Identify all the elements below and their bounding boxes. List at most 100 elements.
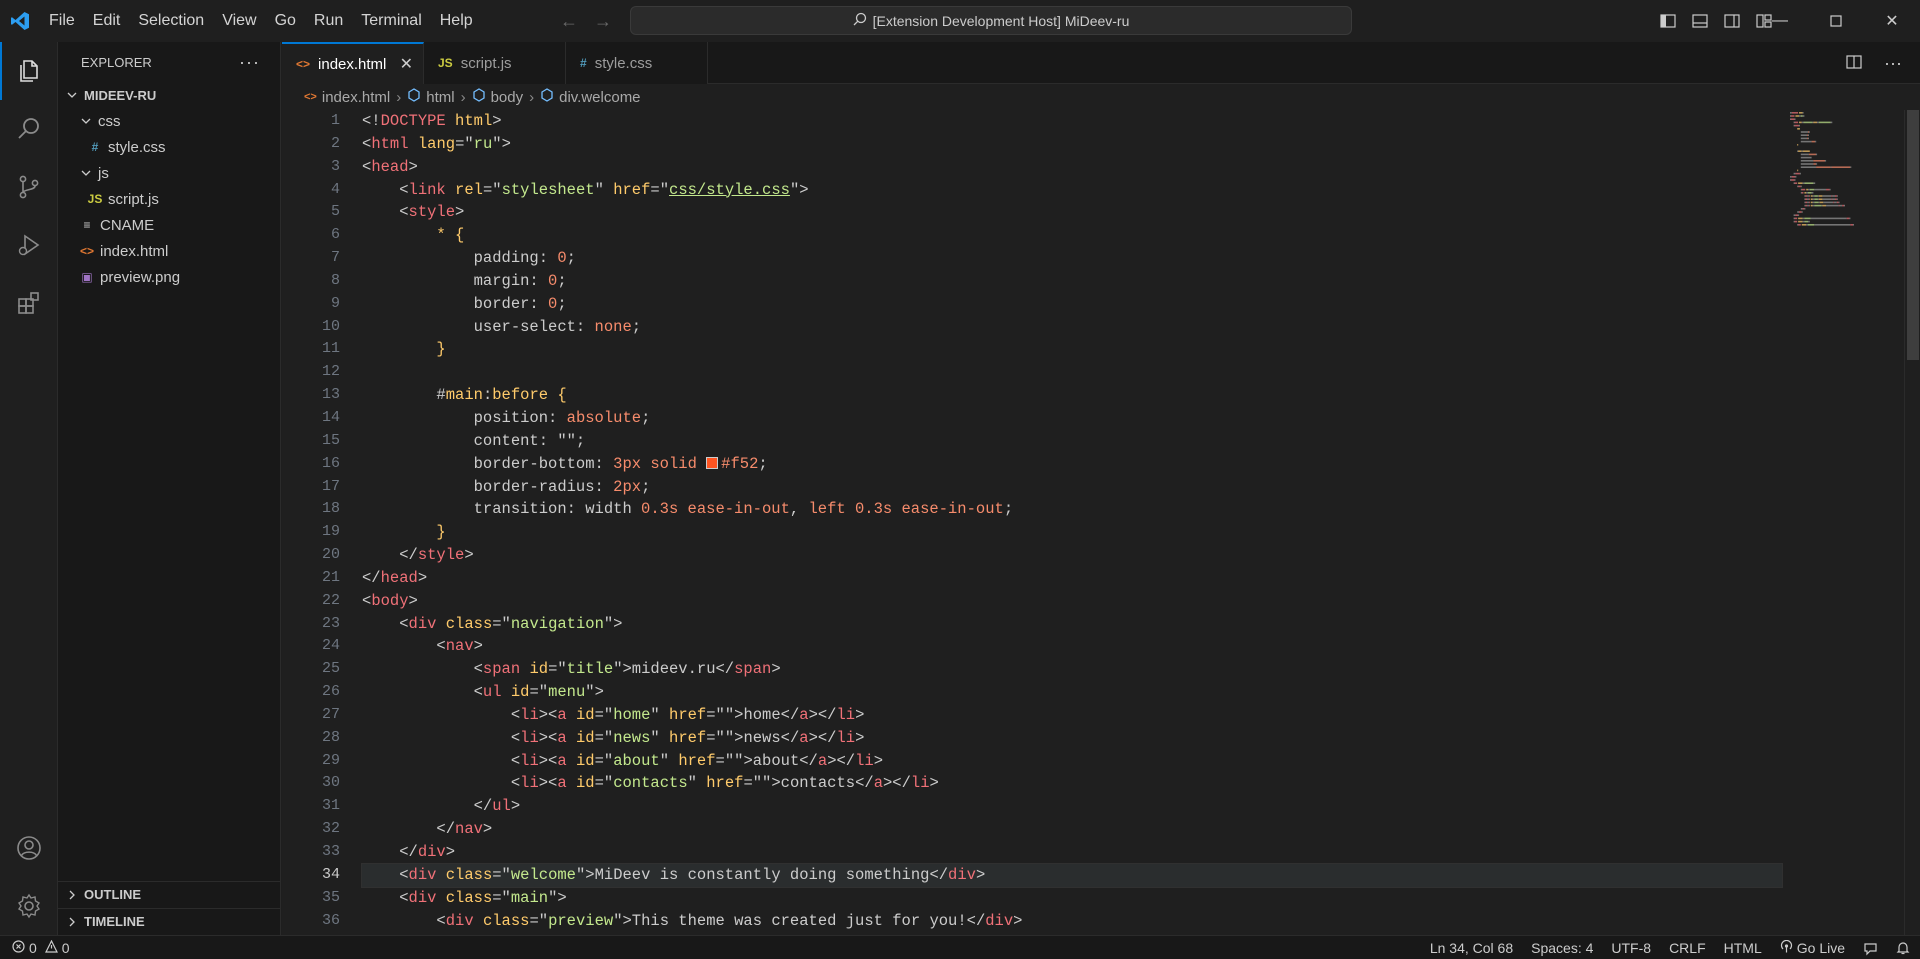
code-line[interactable]: </nav> <box>362 818 1782 841</box>
breadcrumb-body[interactable]: body <box>472 88 523 106</box>
code-line[interactable]: <div class="main"> <box>362 887 1782 910</box>
close-window-icon[interactable]: ✕ <box>1864 0 1920 42</box>
end-of-line[interactable]: CRLF <box>1669 940 1706 956</box>
code-line[interactable]: <head> <box>362 156 1782 179</box>
minimize-icon[interactable]: — <box>1752 0 1808 42</box>
code-line[interactable]: border-radius: 2px; <box>362 476 1782 499</box>
menu-go[interactable]: Go <box>266 0 305 42</box>
code-line[interactable]: } <box>362 521 1782 544</box>
code-line[interactable]: border-bottom: 3px solid #f52; <box>362 453 1782 476</box>
accounts-icon[interactable] <box>0 819 58 877</box>
code-line[interactable] <box>362 361 1782 384</box>
back-arrow-icon[interactable]: ← <box>560 11 578 32</box>
code-editor[interactable]: 1 2 3 4 5 6 7 8 9 10 11 12 13 14 15 16 17 18 19 20 21 22 23 24 2… <box>282 110 1920 935</box>
file-item[interactable]: <> index.html <box>58 238 280 264</box>
more-actions-icon[interactable]: ··· <box>239 52 260 73</box>
file-item[interactable]: JS script.js <box>58 186 280 212</box>
run-and-debug-icon[interactable] <box>0 216 58 274</box>
code-line[interactable]: transition: width 0.3s ease-in-out, left… <box>362 498 1782 521</box>
minimap[interactable] <box>1784 110 1894 530</box>
code-line[interactable]: <ul id="menu"> <box>362 681 1782 704</box>
code-line[interactable]: } <box>362 338 1782 361</box>
vscode-logo-icon[interactable] <box>0 0 40 42</box>
vertical-scrollbar[interactable] <box>1904 110 1920 935</box>
code-line[interactable]: <!DOCTYPE html> <box>362 110 1782 133</box>
tab-index-html[interactable]: <> index.html ✕ <box>282 42 424 84</box>
problems-indicator[interactable]: 0 0 <box>0 939 70 956</box>
code-line[interactable]: </style> <box>362 544 1782 567</box>
file-item[interactable]: ▣ preview.png <box>58 264 280 290</box>
command-center[interactable]: [Extension Development Host] MiDeev-ru <box>630 6 1352 35</box>
file-item[interactable]: ≡ CNAME <box>58 212 280 238</box>
encoding[interactable]: UTF-8 <box>1611 940 1651 956</box>
code-line[interactable]: position: absolute; <box>362 407 1782 430</box>
menu-edit[interactable]: Edit <box>84 0 130 42</box>
code-line[interactable]: <style> <box>362 201 1782 224</box>
minimap-line <box>1812 204 1815 207</box>
search-icon[interactable] <box>0 100 58 158</box>
extensions-icon[interactable] <box>0 274 58 332</box>
folder-item[interactable]: js <box>58 160 280 186</box>
color-swatch-icon[interactable] <box>706 456 719 469</box>
file-item[interactable]: # style.css <box>58 134 280 160</box>
scrollbar-thumb[interactable] <box>1907 110 1919 360</box>
code-line[interactable]: <li><a id="contacts" href="">contacts</a… <box>362 772 1782 795</box>
code-line[interactable]: <div class="preview">This theme was crea… <box>362 910 1782 933</box>
menu-run[interactable]: Run <box>305 0 352 42</box>
code-line[interactable]: #main:before { <box>362 384 1782 407</box>
folder-item[interactable]: css <box>58 108 280 134</box>
code-line[interactable]: border: 0; <box>362 293 1782 316</box>
go-live-button[interactable]: Go Live <box>1780 939 1845 956</box>
code-line[interactable]: margin: 0; <box>362 270 1782 293</box>
code-line[interactable]: </ul> <box>362 795 1782 818</box>
breadcrumb-div-welcome[interactable]: div.welcome <box>540 88 641 106</box>
close-tab-icon[interactable]: ✕ <box>400 54 413 74</box>
toggle-secondary-sidebar-icon[interactable] <box>1722 11 1742 31</box>
breadcrumb-file[interactable]: <> index.html <box>304 89 390 106</box>
code-line[interactable]: <body> <box>362 590 1782 613</box>
forward-arrow-icon[interactable]: → <box>594 11 612 32</box>
code-line[interactable]: </div> <box>362 841 1782 864</box>
menu-selection[interactable]: Selection <box>129 0 213 42</box>
code-line[interactable]: <span id="title">mideev.ru</span> <box>362 658 1782 681</box>
notifications-bell-icon[interactable] <box>1896 941 1910 955</box>
more-actions-icon[interactable]: ··· <box>1884 53 1902 74</box>
breadcrumb-html[interactable]: html <box>407 88 455 106</box>
indentation[interactable]: Spaces: 4 <box>1531 940 1593 956</box>
code-line[interactable]: user-select: none; <box>362 316 1782 339</box>
feedback-icon[interactable] <box>1863 941 1878 956</box>
code-line[interactable]: <nav> <box>362 635 1782 658</box>
source-control-icon[interactable] <box>0 158 58 216</box>
code-line[interactable]: <li><a id="about" href="">about</a></li> <box>362 750 1782 773</box>
explorer-icon[interactable] <box>0 42 58 100</box>
code-line[interactable]: * { <box>362 224 1782 247</box>
code-line[interactable]: <html lang="ru"> <box>362 133 1782 156</box>
toggle-panel-icon[interactable] <box>1690 11 1710 31</box>
code-line[interactable]: <li><a id="home" href="">home</a></li> <box>362 704 1782 727</box>
tab-script-js[interactable]: JS script.js <box>424 42 566 84</box>
cursor-position[interactable]: Ln 34, Col 68 <box>1430 940 1513 956</box>
language-mode[interactable]: HTML <box>1724 940 1762 956</box>
code-line[interactable]: <div class="welcome">MiDeev is constantl… <box>361 862 1783 888</box>
code-line[interactable]: </head> <box>362 567 1782 590</box>
workspace-folder-header[interactable]: MIDEEV-RU <box>58 82 280 108</box>
menu-terminal[interactable]: Terminal <box>352 0 430 42</box>
menu-help[interactable]: Help <box>431 0 482 42</box>
code-line[interactable]: <div class="navigation"> <box>362 613 1782 636</box>
minimap-line <box>1818 195 1823 197</box>
code-line[interactable]: <li><a id="news" href="">news</a></li> <box>362 727 1782 750</box>
timeline-section[interactable]: TIMELINE <box>58 908 281 934</box>
code-line[interactable]: padding: 0; <box>362 247 1782 270</box>
minimap-line <box>1812 201 1815 204</box>
code-line[interactable]: <link rel="stylesheet" href="css/style.c… <box>362 179 1782 202</box>
settings-gear-icon[interactable] <box>0 877 58 935</box>
split-editor-icon[interactable] <box>1846 54 1862 73</box>
outline-section[interactable]: OUTLINE <box>58 881 281 907</box>
menu-file[interactable]: File <box>40 0 84 42</box>
tab-style-css[interactable]: # style.css <box>566 42 708 84</box>
menu-view[interactable]: View <box>213 0 265 42</box>
maximize-icon[interactable] <box>1808 0 1864 42</box>
code-area[interactable]: <!DOCTYPE html> <html lang="ru"> <head> <l… <box>361 110 1783 933</box>
code-line[interactable]: content: ""; <box>362 430 1782 453</box>
toggle-primary-sidebar-icon[interactable] <box>1658 11 1678 31</box>
